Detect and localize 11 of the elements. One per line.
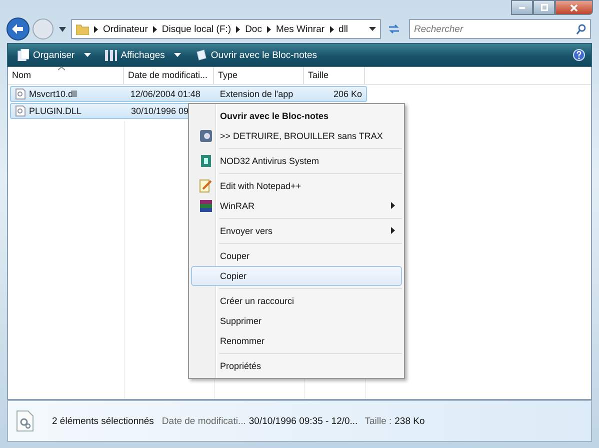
table-cell: 30/10/1996 09 bbox=[131, 106, 189, 116]
table-cell: 12/06/2004 01:48 bbox=[130, 89, 200, 99]
table-cell: Extension de l'app bbox=[220, 89, 294, 99]
property-value: 30/10/1996 09:35 - 12/0... bbox=[248, 416, 358, 426]
selection-summary: 2 éléments sélectionnés bbox=[52, 416, 154, 426]
property-label: Taille : bbox=[364, 416, 392, 426]
table-cell: PLUGIN.DLL bbox=[29, 106, 82, 116]
table-cell: Msvcrt10.dll bbox=[29, 89, 78, 99]
table-cell: 206 Ko bbox=[333, 89, 362, 99]
property-value: 238 Ko bbox=[394, 416, 425, 426]
property-label: Date de modificati... bbox=[162, 416, 246, 426]
